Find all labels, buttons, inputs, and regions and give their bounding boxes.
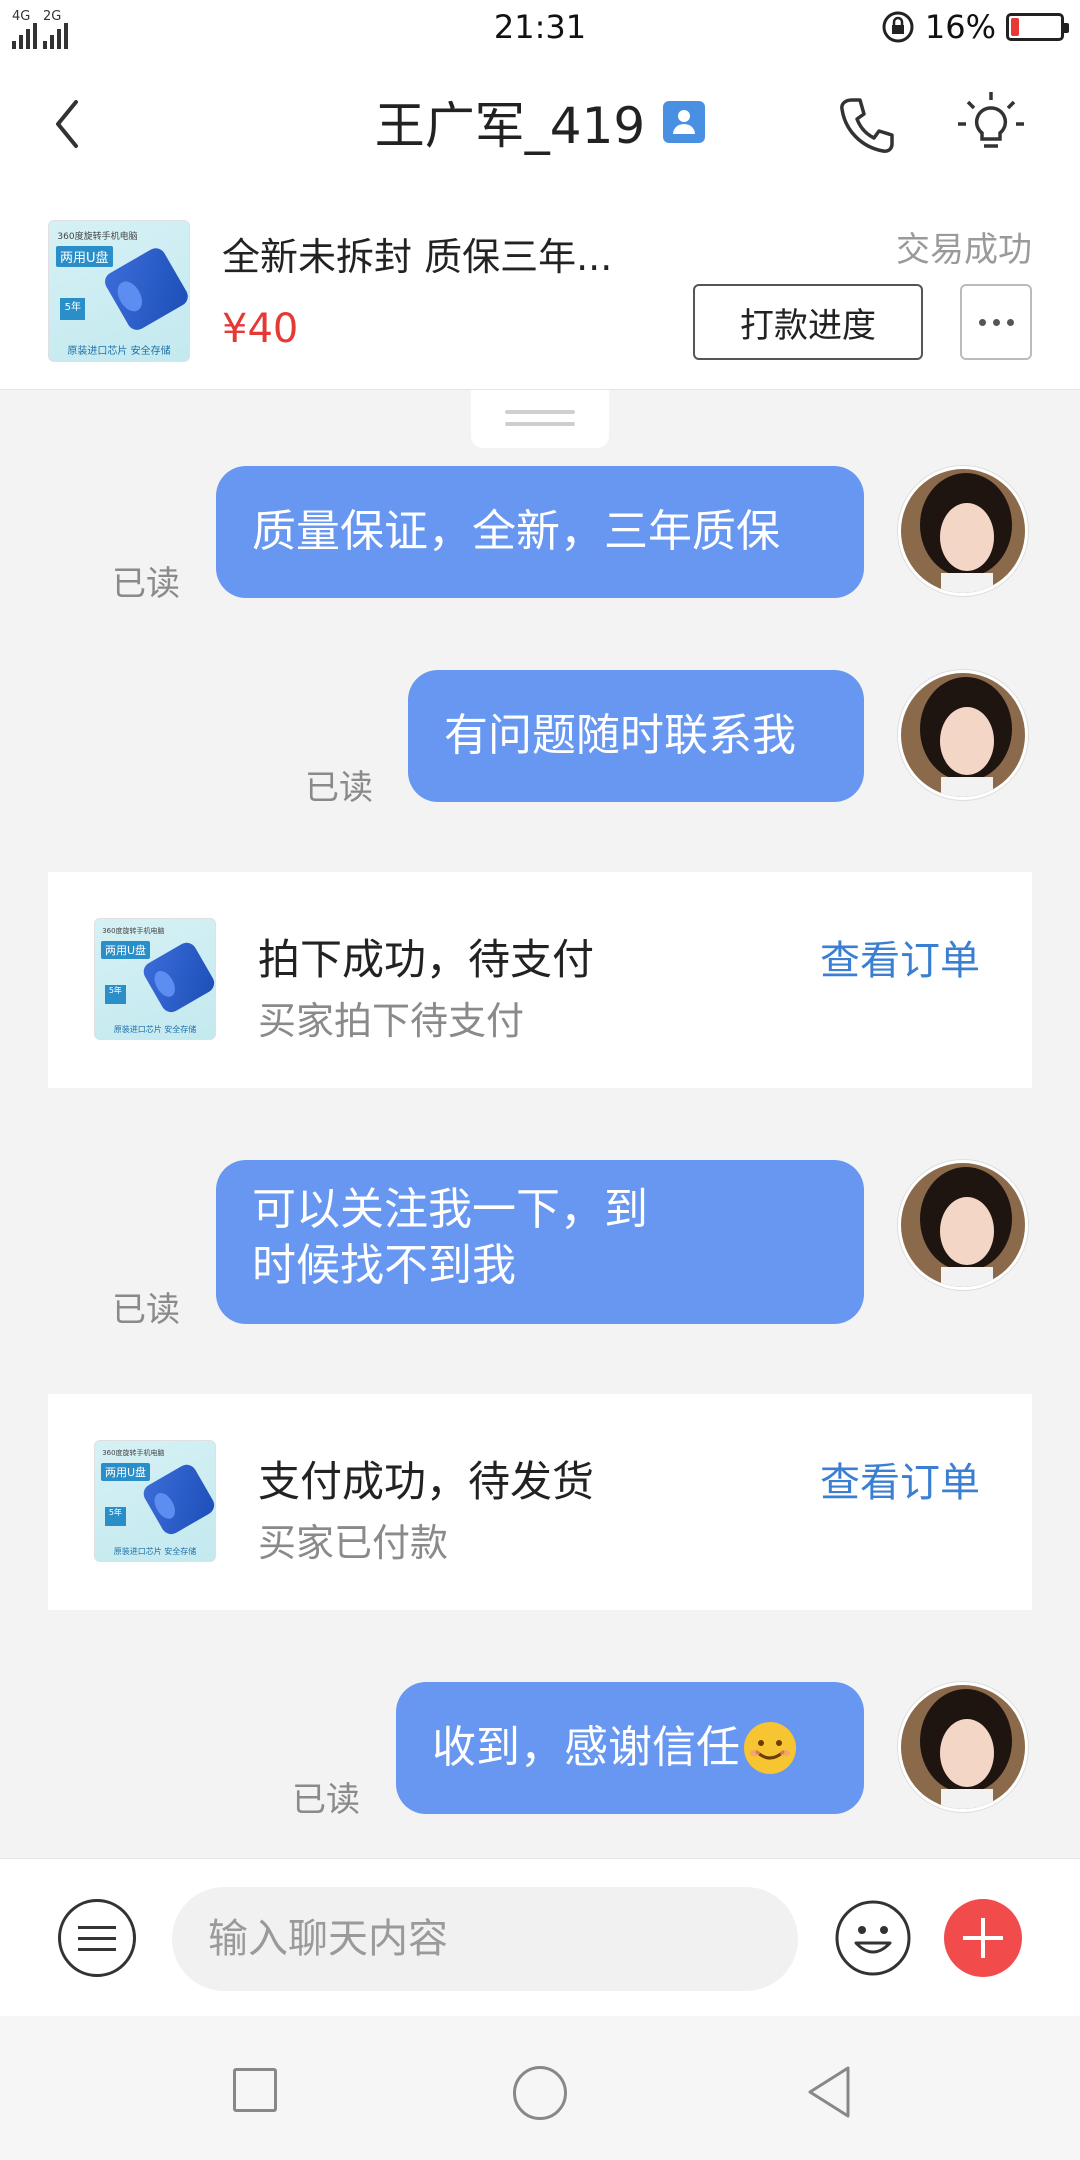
thumb-bottom-text: 原装进口芯片 安全存储 bbox=[113, 1025, 197, 1035]
emoji-icon[interactable] bbox=[834, 1899, 912, 1977]
triangle-back-icon[interactable] bbox=[804, 2062, 854, 2122]
rotation-lock-icon bbox=[882, 11, 914, 43]
payment-progress-button[interactable]: 打款进度 bbox=[693, 284, 923, 360]
avatar[interactable] bbox=[898, 466, 1028, 596]
avatar[interactable] bbox=[898, 1682, 1028, 1812]
lightbulb-icon[interactable] bbox=[956, 90, 1026, 160]
product-thumbnail[interactable]: 360度旋转手机电脑 两用U盘 5年 原装进口芯片 安全存储 bbox=[48, 220, 190, 362]
more-dots-icon[interactable] bbox=[960, 284, 1032, 360]
thumb-top-text: 360度旋转手机电脑 bbox=[57, 232, 138, 243]
circle-icon[interactable] bbox=[513, 2066, 567, 2120]
battery-fill bbox=[1011, 18, 1020, 36]
battery-percent: 16% bbox=[924, 8, 996, 46]
collapse-handle[interactable] bbox=[471, 390, 609, 448]
product-price: ¥40 bbox=[222, 306, 299, 352]
product-title: 全新未拆封 质保三年... bbox=[222, 235, 613, 279]
menu-icon[interactable] bbox=[58, 1899, 136, 1977]
page-title: 王广军_419 bbox=[374, 97, 646, 155]
read-receipt: 已读 bbox=[305, 768, 373, 808]
read-receipt: 已读 bbox=[112, 564, 180, 604]
avatar[interactable] bbox=[898, 1160, 1028, 1290]
thumb-brand: 两用U盘 bbox=[101, 1462, 151, 1481]
order-status-title: 支付成功，待发货 bbox=[258, 1457, 595, 1506]
message-text: 收到，感谢信任 bbox=[432, 1722, 740, 1773]
read-receipt: 已读 bbox=[112, 1290, 180, 1330]
read-receipt: 已读 bbox=[292, 1780, 360, 1820]
phone-icon[interactable] bbox=[836, 94, 896, 158]
message-bubble[interactable]: 有问题随时联系我 bbox=[408, 670, 864, 802]
thumb-brand: 两用U盘 bbox=[101, 940, 151, 959]
avatar[interactable] bbox=[898, 670, 1028, 800]
view-order-link[interactable]: 查看订单 bbox=[820, 1450, 980, 1508]
system-nav-bar bbox=[0, 2016, 1080, 2160]
product-summary[interactable]: 360度旋转手机电脑 两用U盘 5年 原装进口芯片 安全存储 全新未拆封 质保三… bbox=[0, 190, 1080, 390]
thumb-top-text: 360度旋转手机电脑 bbox=[102, 927, 165, 936]
usb-drive-image bbox=[140, 939, 215, 1017]
square-icon[interactable] bbox=[233, 2068, 277, 2112]
chat-input[interactable] bbox=[172, 1887, 798, 1991]
usb-drive-image bbox=[140, 1461, 215, 1539]
message-text: 质量保证，全新，三年质保 bbox=[252, 506, 780, 557]
thumb-five: 5年 bbox=[104, 1507, 127, 1527]
message-text: 有问题随时联系我 bbox=[444, 710, 796, 761]
message-text: 可以关注我一下，到时候找不到我 bbox=[252, 1184, 648, 1291]
chat-header: 王广军_419 bbox=[0, 56, 1080, 190]
smiling-face-icon bbox=[744, 1722, 796, 1774]
order-status-title: 拍下成功，待支付 bbox=[258, 935, 595, 984]
plus-icon[interactable] bbox=[944, 1899, 1022, 1977]
person-badge-icon[interactable] bbox=[663, 101, 706, 143]
thumb-top-text: 360度旋转手机电脑 bbox=[102, 1449, 165, 1458]
thumb-five: 5年 bbox=[60, 298, 86, 321]
message-bubble[interactable]: 可以关注我一下，到时候找不到我 bbox=[216, 1160, 864, 1324]
status-right: 16% bbox=[881, 8, 1069, 46]
chat-input-bar bbox=[0, 1858, 1080, 2016]
order-status-card[interactable]: 360度旋转手机电脑 两用U盘 5年 原装进口芯片 安全存储 拍下成功，待支付 … bbox=[48, 872, 1032, 1088]
thumb-brand: 两用U盘 bbox=[56, 246, 113, 268]
battery-icon bbox=[1006, 13, 1069, 41]
message-bubble[interactable]: 收到，感谢信任 bbox=[396, 1682, 864, 1814]
thumb-five: 5年 bbox=[104, 985, 127, 1005]
title-wrap: 王广军_419 bbox=[0, 86, 1080, 158]
order-status-subtitle: 买家拍下待支付 bbox=[258, 999, 525, 1043]
trade-status: 交易成功 bbox=[896, 230, 1032, 270]
order-status-subtitle: 买家已付款 bbox=[258, 1521, 449, 1565]
thumb-bottom-text: 原装进口芯片 安全存储 bbox=[67, 345, 171, 357]
message-bubble[interactable]: 质量保证，全新，三年质保 bbox=[216, 466, 864, 598]
usb-drive-image bbox=[101, 244, 189, 335]
order-thumbnail: 360度旋转手机电脑 两用U盘 5年 原装进口芯片 安全存储 bbox=[94, 918, 216, 1040]
order-thumbnail: 360度旋转手机电脑 两用U盘 5年 原装进口芯片 安全存储 bbox=[94, 1440, 216, 1562]
status-bar: 4G 2G 21:31 16% bbox=[0, 0, 1080, 56]
order-status-card[interactable]: 360度旋转手机电脑 两用U盘 5年 原装进口芯片 安全存储 支付成功，待发货 … bbox=[48, 1394, 1032, 1610]
view-order-link[interactable]: 查看订单 bbox=[820, 928, 980, 986]
thumb-bottom-text: 原装进口芯片 安全存储 bbox=[113, 1547, 197, 1557]
